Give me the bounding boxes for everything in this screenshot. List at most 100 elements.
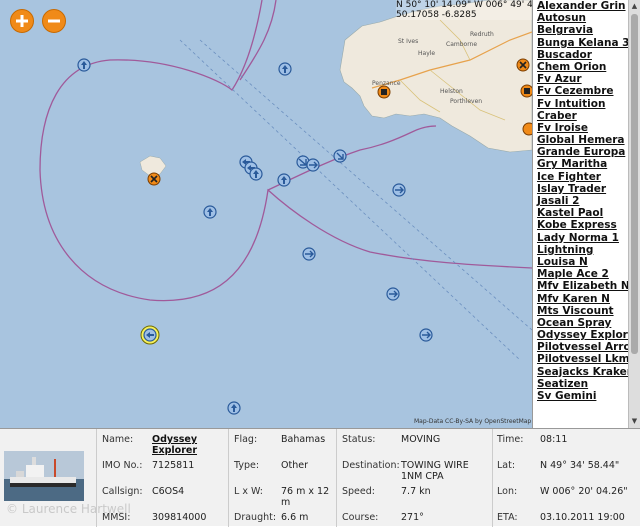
vessel-list-item[interactable]: Craber <box>537 110 629 122</box>
eta-label: ETA: <box>497 512 518 523</box>
vessel-marker[interactable] <box>249 167 263 181</box>
speed-value: 7.7 kn <box>401 486 431 497</box>
vessel-list-item[interactable]: Sv Gemini <box>537 390 629 402</box>
circle-arrow-icon <box>203 205 217 219</box>
speed-label: Speed: <box>342 486 375 497</box>
vessel-list-item[interactable]: Buscador <box>537 49 629 61</box>
vessel-list-item[interactable]: Mfv Elizabeth N <box>537 280 629 292</box>
vessel-marker[interactable] <box>306 158 320 172</box>
orange-harbour-icon <box>520 84 532 98</box>
vessel-list-item[interactable]: Gry Maritha <box>537 158 629 170</box>
vessel-list-item[interactable]: Ocean Spray <box>537 317 629 329</box>
vessel-list-item[interactable]: Global Hemera <box>537 134 629 146</box>
vessel-marker[interactable] <box>203 205 217 219</box>
callsign-label: Callsign: <box>102 486 143 497</box>
scroll-down-arrow-icon[interactable]: ▼ <box>630 416 639 426</box>
vessel-name[interactable]: Odyssey Explorer <box>152 434 197 456</box>
vessel-list-item[interactable]: Fv Azur <box>537 73 629 85</box>
vessel-list-item[interactable]: Mts Viscount <box>537 305 629 317</box>
map-view[interactable]: St Ives Hayle Redruth Camborne Penzance … <box>0 0 532 428</box>
vessel-list-item[interactable]: Alexander Grin <box>537 0 629 12</box>
minus-icon <box>48 19 60 23</box>
vessel-list-item[interactable]: Pilotvessel Arrow <box>537 341 629 353</box>
vessel-list-item[interactable]: Kobe Express <box>537 219 629 231</box>
vessel-list-item[interactable]: Kastel Paol <box>537 207 629 219</box>
flag-value: Bahamas <box>281 434 326 445</box>
vessel-marker[interactable] <box>77 58 91 72</box>
imo-label: IMO No.: <box>102 460 143 471</box>
place-label: Camborne <box>446 41 478 48</box>
vessel-marker[interactable] <box>302 247 316 261</box>
orange-circle-icon <box>522 122 532 136</box>
circle-arrow-icon <box>419 328 433 342</box>
vessel-list-item[interactable]: Pilotvessel Lkm <box>537 353 629 365</box>
vessel-list-item[interactable]: Seajacks Kraken <box>537 366 629 378</box>
place-label: Redruth <box>470 31 494 38</box>
circle-arrow-icon <box>306 158 320 172</box>
vessel-list-item[interactable]: Fv Iroise <box>537 122 629 134</box>
vessel-info-panel: © Laurence Hartwell Name: Odyssey Explor… <box>0 428 640 527</box>
moored-vessel-marker[interactable] <box>520 84 532 98</box>
scroll-thumb[interactable] <box>631 14 638 354</box>
vessel-name-link[interactable]: Odyssey Explorer <box>152 434 222 456</box>
vessel-list-item[interactable]: Odyssey Explorer <box>537 329 629 341</box>
vessel-list[interactable]: Alexander Grin Autosun Belgravia Bunga Kela… <box>532 0 629 428</box>
circle-arrow-icon <box>302 247 316 261</box>
vessel-list-item[interactable]: Ice Fighter <box>537 171 629 183</box>
circle-arrow-icon <box>333 149 347 163</box>
vessel-marker[interactable] <box>278 62 292 76</box>
vessel-list-item[interactable]: Fv Intuition <box>537 98 629 110</box>
vessel-list-item[interactable]: Jasali 2 <box>537 195 629 207</box>
orange-harbour-icon <box>377 85 391 99</box>
course-label: Course: <box>342 512 379 523</box>
vessel-list-item[interactable]: Lightning <box>537 244 629 256</box>
zoom-out-button[interactable] <box>42 9 66 33</box>
vessel-marker[interactable] <box>419 328 433 342</box>
vessel-list-item[interactable]: Bunga Kelana 3 <box>537 37 629 49</box>
vessel-list-item[interactable]: Lady Norma 1 <box>537 232 629 244</box>
scroll-up-arrow-icon[interactable]: ▲ <box>630 1 639 11</box>
draught-label: Draught: <box>234 512 277 523</box>
type-label: Type: <box>234 460 260 471</box>
vessel-list-item[interactable]: Mfv Karen N <box>537 293 629 305</box>
vessel-list-item[interactable]: Chem Orion <box>537 61 629 73</box>
moored-vessel-marker[interactable] <box>516 58 530 72</box>
vessel-marker[interactable] <box>333 149 347 163</box>
time-value: 08:11 <box>540 434 568 445</box>
size-value: 76 m x 12 m <box>281 486 330 508</box>
imo-value: 7125811 <box>152 460 195 471</box>
size-label: L x W: <box>234 486 263 497</box>
moored-vessel-marker[interactable] <box>522 122 532 136</box>
moored-vessel-marker[interactable] <box>147 172 161 186</box>
vessel-list-item[interactable]: Louisa N <box>537 256 629 268</box>
circle-arrow-icon <box>278 62 292 76</box>
callsign-value: C6OS4 <box>152 486 185 497</box>
lon-label: Lon: <box>497 486 518 497</box>
circle-arrow-icon <box>77 58 91 72</box>
plus-icon <box>16 15 28 27</box>
moored-vessel-marker[interactable] <box>377 85 391 99</box>
selected-vessel-marker[interactable] <box>140 325 160 345</box>
vessel-list-item[interactable]: Autosun <box>537 12 629 24</box>
vessel-marker[interactable] <box>227 401 241 415</box>
vessel-marker[interactable] <box>277 173 291 187</box>
vessel-list-item[interactable]: Islay Trader <box>537 183 629 195</box>
vessel-list-scrollbar[interactable]: ▲ ▼ <box>628 0 640 428</box>
orange-x-icon <box>147 172 161 186</box>
vessel-list-item[interactable]: Grande Europa <box>537 146 629 158</box>
vessel-list-item[interactable]: Fv Cezembre <box>537 85 629 97</box>
zoom-in-button[interactable] <box>10 9 34 33</box>
name-label: Name: <box>102 434 134 445</box>
draught-value: 6.6 m <box>281 512 309 523</box>
boundary-line-3 <box>267 125 437 191</box>
vessel-list-item[interactable]: Belgravia <box>537 24 629 36</box>
circle-arrow-icon <box>386 287 400 301</box>
circle-arrow-icon <box>249 167 263 181</box>
land-cornwall <box>339 0 532 153</box>
vessel-list-item[interactable]: Maple Ace 2 <box>537 268 629 280</box>
place-label: Porthleven <box>450 98 483 105</box>
vessel-marker[interactable] <box>392 183 406 197</box>
vessel-list-item[interactable]: Seatizen <box>537 378 629 390</box>
boundary-line-2 <box>239 0 277 81</box>
vessel-marker[interactable] <box>386 287 400 301</box>
